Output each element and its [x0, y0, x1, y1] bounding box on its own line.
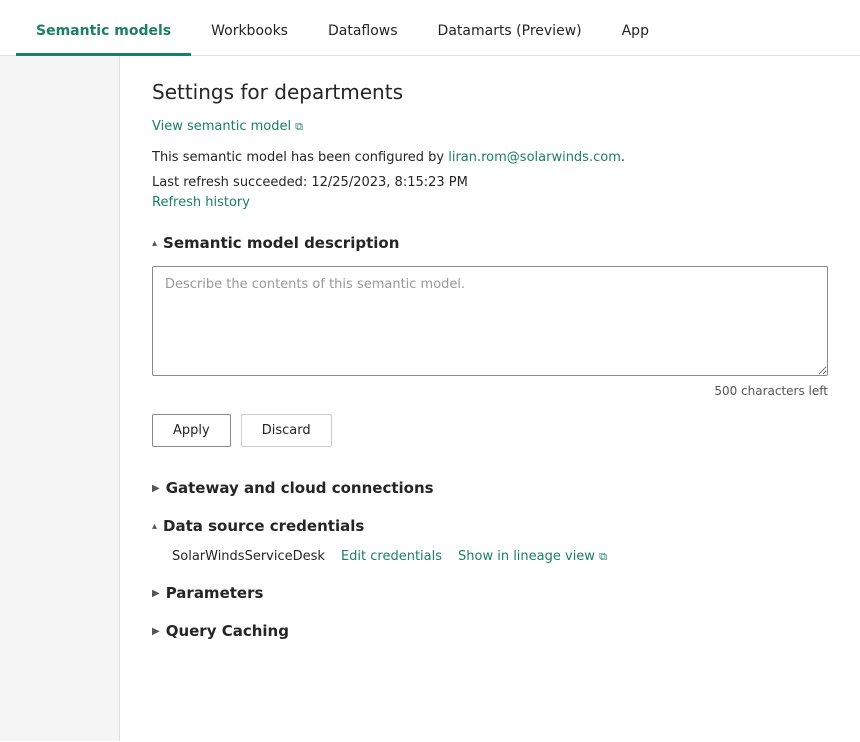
- main-content: Settings for departments View semantic m…: [120, 56, 860, 741]
- top-navigation: Semantic models Workbooks Dataflows Data…: [0, 0, 860, 56]
- semantic-model-description-header[interactable]: ▴ Semantic model description: [152, 234, 828, 252]
- tab-datamarts[interactable]: Datamarts (Preview): [418, 9, 602, 56]
- data-source-credentials-header[interactable]: ▴ Data source credentials: [152, 517, 828, 535]
- page-title: Settings for departments: [152, 80, 828, 104]
- configured-by-text: This semantic model has been configured …: [152, 150, 828, 165]
- show-lineage-link[interactable]: Show in lineage view ⧉: [458, 549, 607, 564]
- external-link-icon: ⧉: [295, 120, 303, 134]
- credential-row: SolarWindsServiceDesk Edit credentials S…: [172, 549, 828, 564]
- char-count-label: 500 characters left: [152, 384, 828, 398]
- chevron-expand-icon-3: ▶: [152, 626, 160, 637]
- tab-app[interactable]: App: [602, 9, 669, 56]
- external-link-icon-2: ⧉: [599, 550, 607, 564]
- data-source-credentials-section: ▴ Data source credentials SolarWindsServ…: [152, 517, 828, 564]
- credential-name: SolarWindsServiceDesk: [172, 549, 325, 564]
- parameters-section: ▶ Parameters: [152, 584, 828, 602]
- refresh-history-link[interactable]: Refresh history: [152, 195, 250, 210]
- chevron-expand-icon: ▶: [152, 483, 160, 494]
- query-caching-header[interactable]: ▶ Query Caching: [152, 622, 828, 640]
- gateway-section: ▶ Gateway and cloud connections: [152, 479, 828, 497]
- chevron-expand-icon-2: ▶: [152, 588, 160, 599]
- tab-dataflows[interactable]: Dataflows: [308, 9, 418, 56]
- discard-button[interactable]: Discard: [241, 414, 332, 447]
- apply-button[interactable]: Apply: [152, 414, 231, 447]
- gateway-section-header[interactable]: ▶ Gateway and cloud connections: [152, 479, 828, 497]
- tab-workbooks[interactable]: Workbooks: [191, 9, 308, 56]
- semantic-model-description-section: ▴ Semantic model description 500 charact…: [152, 234, 828, 447]
- last-refresh-status: Last refresh succeeded: 12/25/2023, 8:15…: [152, 175, 828, 190]
- layout: Settings for departments View semantic m…: [0, 56, 860, 741]
- parameters-header[interactable]: ▶ Parameters: [152, 584, 828, 602]
- chevron-collapse-icon: ▴: [152, 238, 157, 249]
- sidebar: [0, 56, 120, 741]
- description-textarea[interactable]: [152, 266, 828, 376]
- tab-semantic-models[interactable]: Semantic models: [16, 9, 191, 56]
- chevron-collapse-icon-2: ▴: [152, 521, 157, 532]
- edit-credentials-link[interactable]: Edit credentials: [341, 549, 442, 564]
- configured-by-email-link[interactable]: liran.rom@solarwinds.com: [448, 150, 621, 165]
- action-buttons: Apply Discard: [152, 414, 828, 447]
- query-caching-section: ▶ Query Caching: [152, 622, 828, 640]
- view-semantic-model-link[interactable]: View semantic model ⧉: [152, 119, 303, 134]
